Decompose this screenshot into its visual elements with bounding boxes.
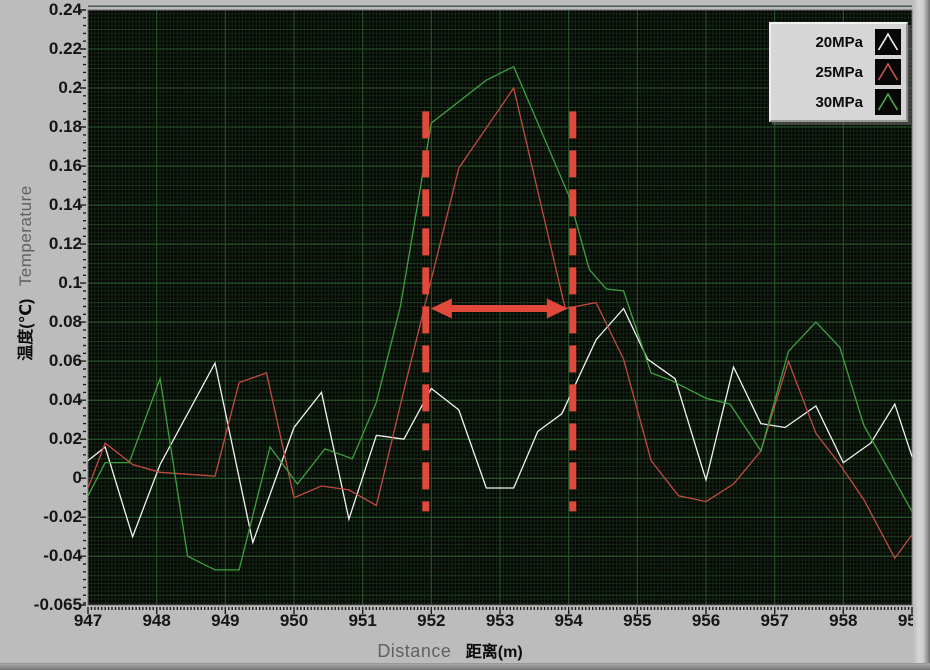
x-tick-label: 949 (197, 611, 253, 631)
x-tick-label: 953 (472, 611, 528, 631)
y-tick-label: 0.2 (2, 78, 82, 98)
graph-window: { "window": {"background": "#bcbcbc", "p… (0, 0, 930, 670)
y-tick-label: 0.22 (2, 39, 82, 59)
legend-item-30mpa[interactable]: 30MPa (771, 87, 901, 117)
y-tick-label: 0.24 (2, 0, 82, 20)
legend-swatch-30mpa-icon (875, 89, 901, 115)
x-tick-label: 958 (815, 611, 871, 631)
x-axis-label: Distance 距离(m) (300, 638, 600, 662)
x-tick-label: 951 (335, 611, 391, 631)
x-tick-label: 950 (266, 611, 322, 631)
x-tick-label: 947 (60, 611, 116, 631)
x-axis-label-en: Distance (377, 641, 451, 661)
legend-swatch-20mpa-icon (875, 29, 901, 55)
legend-label-30mpa: 30MPa (815, 94, 863, 111)
y-axis-label: 温度(℃) Temperature (12, 137, 36, 409)
x-tick-label: 956 (678, 611, 734, 631)
x-axis-label-cn: 距离(m) (466, 644, 523, 661)
legend-label-20mpa: 20MPa (815, 34, 863, 51)
y-axis-label-en: Temperature (16, 185, 35, 286)
x-tick-label: 957 (747, 611, 803, 631)
x-tick-label: 955 (609, 611, 665, 631)
legend-swatch-25mpa-icon (875, 59, 901, 85)
y-tick-label: 0.18 (2, 117, 82, 137)
legend-item-20mpa[interactable]: 20MPa (771, 27, 901, 57)
y-tick-label: 0 (2, 468, 82, 488)
y-axis-label-cn: 温度(℃) (18, 299, 35, 361)
legend-item-25mpa[interactable]: 25MPa (771, 57, 901, 87)
x-tick-label: 948 (129, 611, 185, 631)
legend-label-25mpa: 25MPa (815, 64, 863, 81)
y-tick-label: -0.04 (2, 546, 82, 566)
y-tick-label: 0.02 (2, 429, 82, 449)
x-tick-label: 954 (541, 611, 597, 631)
legend: 20MPa 25MPa 30MPa (769, 22, 908, 122)
y-tick-label: -0.02 (2, 507, 82, 527)
window-bottom-edge (0, 663, 930, 670)
x-tick-label: 952 (403, 611, 459, 631)
window-right-edge (913, 0, 930, 665)
